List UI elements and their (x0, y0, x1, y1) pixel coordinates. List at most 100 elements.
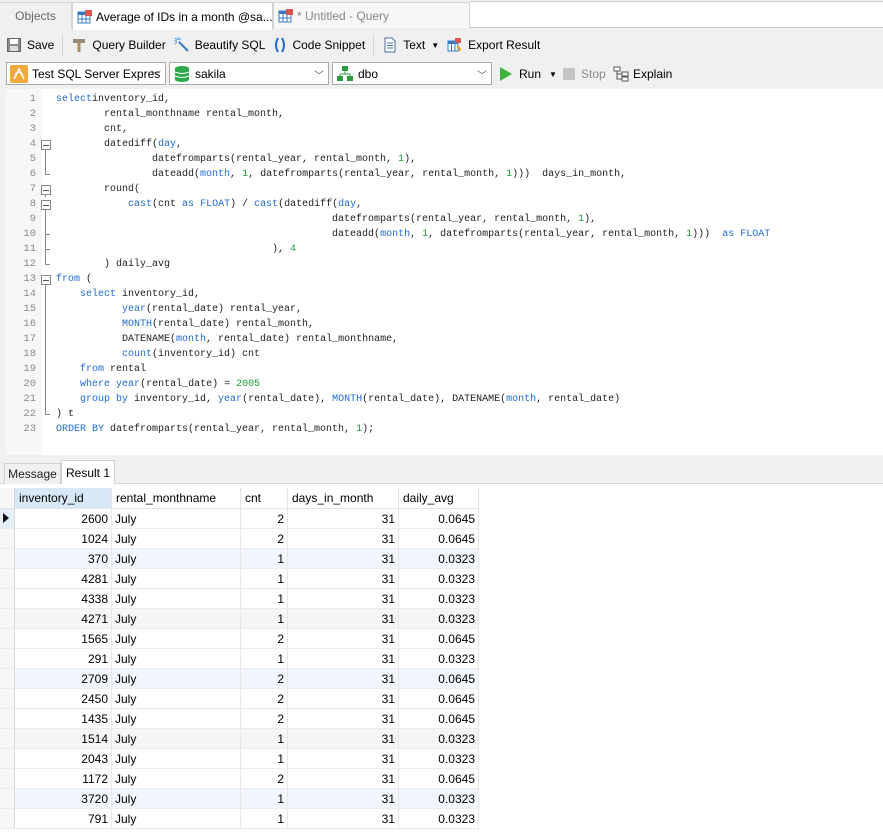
cell-daily-avg[interactable]: 0.0323 (398, 748, 479, 769)
cell-cnt[interactable]: 1 (240, 588, 288, 609)
row-indicator[interactable] (0, 568, 15, 589)
cell-days-in-month[interactable]: 31 (287, 788, 399, 809)
cell-rental-monthname[interactable]: July (111, 528, 241, 549)
cell-cnt[interactable]: 2 (240, 628, 288, 649)
row-indicator[interactable] (0, 728, 15, 749)
cell-rental-monthname[interactable]: July (111, 608, 241, 629)
cell-cnt[interactable]: 1 (240, 808, 288, 829)
cell-daily-avg[interactable]: 0.0323 (398, 788, 479, 809)
fold-toggle-icon[interactable] (40, 272, 52, 287)
fold-toggle-icon[interactable] (40, 182, 52, 197)
save-button[interactable]: Save (2, 33, 58, 57)
fold-toggle-icon[interactable] (40, 137, 52, 152)
cell-rental-monthname[interactable]: July (111, 668, 241, 689)
connection-select[interactable]: Test SQL Server Expres ﹀ (6, 62, 166, 85)
export-result-button[interactable]: Export Result (443, 33, 544, 57)
cell-daily-avg[interactable]: 0.0323 (398, 808, 479, 829)
run-dropdown-caret-icon[interactable]: ▼ (549, 70, 557, 79)
table-row[interactable]: 370 July 1 31 0.0323 (0, 548, 479, 569)
table-row[interactable]: 1024 July 2 31 0.0645 (0, 528, 479, 549)
cell-inventory-id[interactable]: 2600 (14, 508, 112, 529)
cell-rental-monthname[interactable]: July (111, 688, 241, 709)
cell-daily-avg[interactable]: 0.0323 (398, 568, 479, 589)
explain-button[interactable]: Explain (613, 63, 672, 85)
cell-inventory-id[interactable]: 1565 (14, 628, 112, 649)
cell-days-in-month[interactable]: 31 (287, 608, 399, 629)
tab-untitled-query[interactable]: * Untitled - Query (273, 2, 470, 28)
cell-days-in-month[interactable]: 31 (287, 728, 399, 749)
cell-days-in-month[interactable]: 31 (287, 668, 399, 689)
row-indicator[interactable] (0, 548, 15, 569)
cell-cnt[interactable]: 2 (240, 508, 288, 529)
cell-days-in-month[interactable]: 31 (287, 648, 399, 669)
tab-objects[interactable]: Objects (0, 2, 72, 28)
schema-select[interactable]: dbo ﹀ (332, 62, 492, 85)
cell-inventory-id[interactable]: 291 (14, 648, 112, 669)
row-indicator[interactable] (0, 628, 15, 649)
cell-days-in-month[interactable]: 31 (287, 588, 399, 609)
cell-cnt[interactable]: 1 (240, 648, 288, 669)
table-row[interactable]: 2709 July 2 31 0.0645 (0, 668, 479, 689)
cell-inventory-id[interactable]: 791 (14, 808, 112, 829)
cell-days-in-month[interactable]: 31 (287, 568, 399, 589)
cell-days-in-month[interactable]: 31 (287, 768, 399, 789)
cell-daily-avg[interactable]: 0.0323 (398, 588, 479, 609)
cell-inventory-id[interactable]: 2043 (14, 748, 112, 769)
cell-rental-monthname[interactable]: July (111, 808, 241, 829)
cell-daily-avg[interactable]: 0.0645 (398, 708, 479, 729)
cell-rental-monthname[interactable]: July (111, 708, 241, 729)
row-indicator[interactable] (0, 588, 15, 609)
cell-days-in-month[interactable]: 31 (287, 548, 399, 569)
table-row[interactable]: 2450 July 2 31 0.0645 (0, 688, 479, 709)
dropdown-caret-icon[interactable]: ▼ (431, 41, 439, 50)
cell-days-in-month[interactable]: 31 (287, 628, 399, 649)
cell-rental-monthname[interactable]: July (111, 648, 241, 669)
cell-cnt[interactable]: 1 (240, 548, 288, 569)
cell-inventory-id[interactable]: 1435 (14, 708, 112, 729)
column-header-daily-avg[interactable]: daily_avg (398, 488, 479, 509)
table-row[interactable]: 3720 July 1 31 0.0323 (0, 788, 479, 809)
row-indicator[interactable] (0, 808, 15, 829)
row-indicator[interactable] (0, 508, 15, 529)
cell-days-in-month[interactable]: 31 (287, 748, 399, 769)
cell-daily-avg[interactable]: 0.0645 (398, 768, 479, 789)
cell-rental-monthname[interactable]: July (111, 768, 241, 789)
tab-result-1[interactable]: Result 1 (61, 460, 115, 484)
cell-days-in-month[interactable]: 31 (287, 688, 399, 709)
stop-button[interactable]: Stop (563, 63, 606, 85)
cell-rental-monthname[interactable]: July (111, 548, 241, 569)
table-row[interactable]: 1435 July 2 31 0.0645 (0, 708, 479, 729)
row-indicator[interactable] (0, 528, 15, 549)
code-snippet-button[interactable]: Code Snippet (269, 33, 369, 57)
cell-daily-avg[interactable]: 0.0645 (398, 508, 479, 529)
cell-daily-avg[interactable]: 0.0323 (398, 728, 479, 749)
cell-cnt[interactable]: 2 (240, 528, 288, 549)
table-row[interactable]: 4271 July 1 31 0.0323 (0, 608, 479, 629)
cell-inventory-id[interactable]: 4338 (14, 588, 112, 609)
table-row[interactable]: 2600 July 2 31 0.0645 (0, 508, 479, 529)
cell-daily-avg[interactable]: 0.0645 (398, 528, 479, 549)
row-indicator[interactable] (0, 748, 15, 769)
row-indicator[interactable] (0, 708, 15, 729)
cell-rental-monthname[interactable]: July (111, 728, 241, 749)
cell-inventory-id[interactable]: 4281 (14, 568, 112, 589)
cell-cnt[interactable]: 1 (240, 608, 288, 629)
cell-inventory-id[interactable]: 1514 (14, 728, 112, 749)
cell-daily-avg[interactable]: 0.0645 (398, 668, 479, 689)
column-header-cnt[interactable]: cnt (240, 488, 288, 509)
cell-cnt[interactable]: 2 (240, 668, 288, 689)
cell-rental-monthname[interactable]: July (111, 588, 241, 609)
column-header-rental-monthname[interactable]: rental_monthname (111, 488, 241, 509)
row-indicator[interactable] (0, 768, 15, 789)
database-select[interactable]: sakila ﹀ (169, 62, 329, 85)
table-row[interactable]: 1172 July 2 31 0.0645 (0, 768, 479, 789)
cell-cnt[interactable]: 1 (240, 728, 288, 749)
table-row[interactable]: 4338 July 1 31 0.0323 (0, 588, 479, 609)
column-header-days-in-month[interactable]: days_in_month (287, 488, 399, 509)
tab-average-of-ids-query[interactable]: Average of IDs in a month @sa... (72, 2, 273, 30)
cell-daily-avg[interactable]: 0.0645 (398, 628, 479, 649)
cell-daily-avg[interactable]: 0.0323 (398, 608, 479, 629)
row-indicator[interactable] (0, 688, 15, 709)
table-row[interactable]: 1565 July 2 31 0.0645 (0, 628, 479, 649)
row-indicator[interactable] (0, 668, 15, 689)
